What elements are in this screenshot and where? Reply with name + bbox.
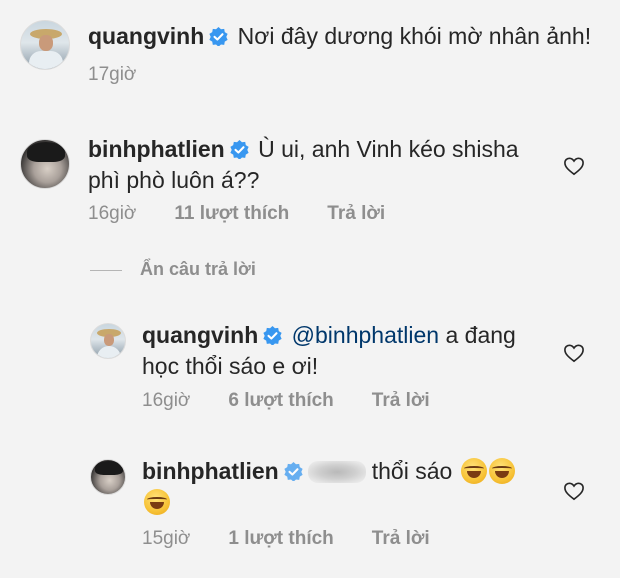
avatar[interactable] — [20, 139, 70, 189]
comment-meta: 16giờ 11 lượt thích Trả lời — [88, 203, 423, 225]
avatar[interactable] — [90, 459, 126, 495]
reply-text: học thổi sáo e ơi! — [142, 353, 319, 379]
reply-button[interactable]: Trả lời — [372, 390, 430, 411]
verified-badge-icon — [209, 27, 228, 46]
divider — [90, 270, 122, 271]
caption-text: Nơi đây dương khói mờ nhân ảnh! — [237, 23, 592, 49]
comment-line-1: binhphatlien Ù ui, anh Vinh kéo shisha — [88, 134, 519, 164]
post-caption: quangvinh Nơi đây dương khói mờ nhân ảnh… — [88, 21, 591, 51]
verified-badge-icon — [284, 462, 303, 481]
hide-replies-button[interactable]: Ẩn câu trả lời — [140, 259, 256, 280]
timestamp[interactable]: 17giờ — [88, 64, 136, 85]
laughing-emoji-icon — [460, 458, 487, 484]
avatar[interactable] — [90, 323, 126, 359]
reply-button[interactable]: Trả lời — [327, 203, 385, 224]
likes-count[interactable]: 11 lượt thích — [174, 203, 289, 224]
username[interactable]: quangvinh — [88, 23, 204, 49]
timestamp[interactable]: 16giờ — [142, 390, 190, 411]
timestamp[interactable]: 16giờ — [88, 203, 136, 224]
like-heart-icon[interactable] — [563, 343, 585, 363]
reply-button[interactable]: Trả lời — [372, 528, 430, 549]
comment-text: Ù ui, anh Vinh kéo shisha — [258, 136, 519, 162]
reply-meta: 16giờ 6 lượt thích Trả lời — [142, 390, 468, 412]
like-heart-icon[interactable] — [563, 156, 585, 176]
post-time[interactable]: 17giờ — [88, 64, 174, 86]
reply-line-2: học thổi sáo e ơi! — [142, 351, 318, 381]
verified-badge-icon — [230, 140, 249, 159]
timestamp[interactable]: 15giờ — [142, 528, 190, 549]
reply-text: thổi sáo — [371, 458, 453, 484]
likes-count[interactable]: 6 lượt thích — [228, 390, 333, 411]
comment-line-2: phì phò luôn á?? — [88, 165, 259, 195]
reply-line-2 — [142, 487, 170, 517]
username[interactable]: binhphatlien — [88, 136, 225, 162]
username[interactable]: quangvinh — [142, 322, 258, 348]
laughing-emoji-icon — [144, 489, 170, 515]
mention-link[interactable]: @binhphatlien — [292, 322, 439, 348]
like-heart-icon[interactable] — [563, 481, 585, 501]
likes-count[interactable]: 1 lượt thích — [228, 528, 333, 549]
reply-meta: 15giờ 1 lượt thích Trả lời — [142, 528, 468, 550]
laughing-emoji-icon — [488, 458, 515, 484]
reply-line-1: quangvinh @binhphatlien a đang — [142, 320, 516, 350]
comment-text: phì phò luôn á?? — [88, 167, 260, 193]
verified-badge-icon — [263, 326, 282, 345]
reply-line-1: binhphatlien thổi sáo — [142, 456, 515, 486]
username[interactable]: binhphatlien — [142, 458, 279, 484]
reply-text: a đang — [445, 322, 516, 348]
avatar[interactable] — [20, 20, 70, 70]
blurred-mention — [307, 461, 366, 483]
